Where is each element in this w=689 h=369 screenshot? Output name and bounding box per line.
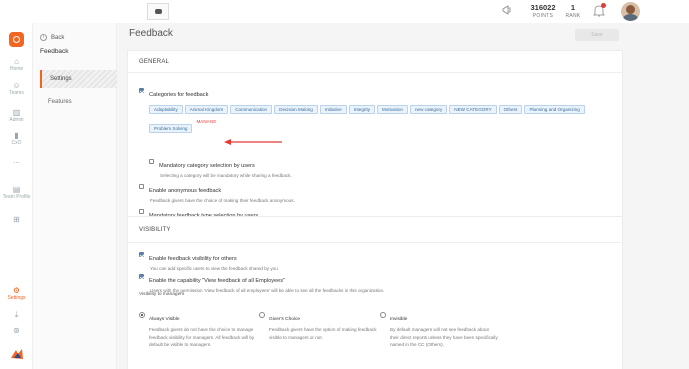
company-logo[interactable] <box>147 3 169 20</box>
general-heading: GENERAL <box>128 51 622 73</box>
rail-item-teams[interactable]: ☺ Teams <box>0 81 33 96</box>
mandatory-category-desc: Selecting a category will be mandatory w… <box>160 173 292 178</box>
secondary-nav: ‹ Back Feedback Settings Features <box>33 23 117 369</box>
option-givers-choice[interactable]: Giver's Choice Feedback givers have the … <box>259 307 377 341</box>
option-always-visible[interactable]: Always Visible Feedback givers do not ha… <box>139 307 257 349</box>
always-visible-desc: Feedback givers do not have the choice t… <box>149 327 255 347</box>
category-chip[interactable]: Adaptability <box>149 105 183 114</box>
rail-item-admin[interactable]: ▥ Admin <box>0 108 33 123</box>
grid-icon: ⊞ <box>13 215 20 224</box>
managers-visibility-label: Visibility to managers <box>139 292 185 297</box>
support-icon: ⊛ <box>13 326 20 335</box>
admin-icon: ▥ <box>12 108 21 117</box>
team-profile-icon: ▤ <box>12 185 21 194</box>
brand-logo-icon <box>11 349 23 359</box>
visibility-heading: VISIBILITY <box>128 217 622 243</box>
givers-choice-radio[interactable] <box>259 311 265 318</box>
invisible-radio[interactable] <box>380 311 386 318</box>
category-chip[interactable]: Animal Kingdom <box>184 105 229 114</box>
points-value: 316022 <box>530 3 556 12</box>
always-visible-radio[interactable] <box>139 311 145 318</box>
anonymous-desc: Feedback givers have the choice of makin… <box>150 198 295 203</box>
category-chip[interactable]: Others <box>498 105 523 114</box>
cxo-icon: ▮ <box>14 131 19 140</box>
category-chips: Adaptability Animal Kingdom Communication D… <box>149 98 609 136</box>
rail-item-settings[interactable]: ⚙ Settings <box>0 286 33 301</box>
givers-choice-desc: Feedback givers have the option of makin… <box>269 327 377 340</box>
rank-label: RANK <box>565 13 581 19</box>
category-chip[interactable]: new category <box>409 105 448 114</box>
rank-value: 1 <box>570 3 576 12</box>
always-visible-title: Always Visible <box>149 317 180 322</box>
teams-icon: ☺ <box>12 81 21 90</box>
invisible-desc: By default managers will not see feedbac… <box>390 327 498 347</box>
subnav-item-settings[interactable]: Settings <box>40 70 117 88</box>
main-content: Feedback Save GENERAL Categories for fee… <box>117 23 689 369</box>
category-chip[interactable]: Communication <box>230 105 273 114</box>
category-chip[interactable]: NEW CATEGORY <box>449 105 497 114</box>
home-icon: ⌂ <box>14 57 19 66</box>
mandatory-type-checkbox[interactable] <box>139 209 144 215</box>
more-icon: ... <box>13 156 20 165</box>
enable-visibility-row: Enable feedback visibility for others Yo… <box>139 247 278 271</box>
rail-item-support[interactable]: ⊛ <box>0 326 33 335</box>
mandatory-category-checkbox[interactable] <box>149 159 154 165</box>
subnav-item-features[interactable]: Features <box>40 93 117 111</box>
category-chip[interactable]: Decision Making <box>274 105 318 114</box>
capability-row: Enable the capability "View feedback of … <box>139 269 384 293</box>
page-title: Feedback <box>129 28 173 39</box>
points-counter: 316022 POINTS <box>522 3 564 19</box>
left-rail: ⌂ Home ☺ Teams ▥ Admin ▮ CxO ... ▤ Team … <box>0 23 33 369</box>
manage-categories-link[interactable]: MANAGE <box>196 117 216 126</box>
capability-checkbox[interactable] <box>139 274 144 280</box>
annotation-arrow <box>224 139 282 145</box>
rail-item-home[interactable]: ⌂ Home <box>0 57 33 72</box>
mandatory-category-row: Mandatory category selection by users Se… <box>149 154 292 178</box>
anonymous-row: Enable anonymous feedback Feedback giver… <box>139 179 295 203</box>
rank-counter: 1 RANK <box>560 3 586 19</box>
rail-item-download[interactable]: ⤓ <box>0 310 33 319</box>
notification-badge <box>601 3 606 8</box>
back-link[interactable]: ‹ Back <box>40 34 64 41</box>
top-bar: 316022 POINTS 1 RANK <box>0 0 689 23</box>
notification-bell-icon[interactable] <box>593 3 606 18</box>
save-button[interactable]: Save <box>575 29 619 41</box>
enable-visibility-title: Enable feedback visibility for others <box>149 256 237 262</box>
settings-icon: ⚙ <box>12 286 21 295</box>
subnav-title: Feedback <box>40 48 69 55</box>
rail-item-grid[interactable]: ⊞ <box>0 215 33 224</box>
points-label: POINTS <box>532 13 554 19</box>
back-arrow-icon: ‹ <box>40 34 47 41</box>
anonymous-title: Enable anonymous feedback <box>149 188 222 194</box>
megaphone-icon[interactable] <box>502 5 512 18</box>
mandatory-category-title: Mandatory category selection by users <box>159 163 255 169</box>
invisible-title: Invisible <box>390 317 408 322</box>
category-chip[interactable]: Motivation <box>377 105 408 114</box>
anonymous-checkbox[interactable] <box>139 184 144 190</box>
category-chip[interactable]: Initiative <box>319 105 347 114</box>
rail-item-more[interactable]: ... <box>0 156 33 165</box>
visibility-card: VISIBILITY Enable feedback visibility fo… <box>127 216 623 369</box>
capability-title: Enable the capability "View feedback of … <box>149 278 286 284</box>
category-chip[interactable]: Problem Solving <box>149 124 193 133</box>
category-chip[interactable]: Integrity <box>348 105 376 114</box>
general-card: GENERAL Categories for feedback Adaptabi… <box>127 50 623 232</box>
rail-item-cxo[interactable]: ▮ CxO <box>0 131 33 146</box>
categories-checkbox[interactable] <box>139 88 144 94</box>
app-switcher-icon[interactable] <box>9 32 24 47</box>
download-icon: ⤓ <box>14 310 19 319</box>
givers-choice-title: Giver's Choice <box>269 317 301 322</box>
capability-desc: Users with the permission 'View feedback… <box>150 288 385 293</box>
user-avatar[interactable] <box>621 2 640 21</box>
option-invisible[interactable]: Invisible By default managers will not s… <box>380 307 498 349</box>
rail-item-team-profile[interactable]: ▤ Team Profile <box>0 185 33 200</box>
enable-visibility-checkbox[interactable] <box>139 252 144 258</box>
category-chip[interactable]: Planning and Organizing <box>524 105 585 114</box>
